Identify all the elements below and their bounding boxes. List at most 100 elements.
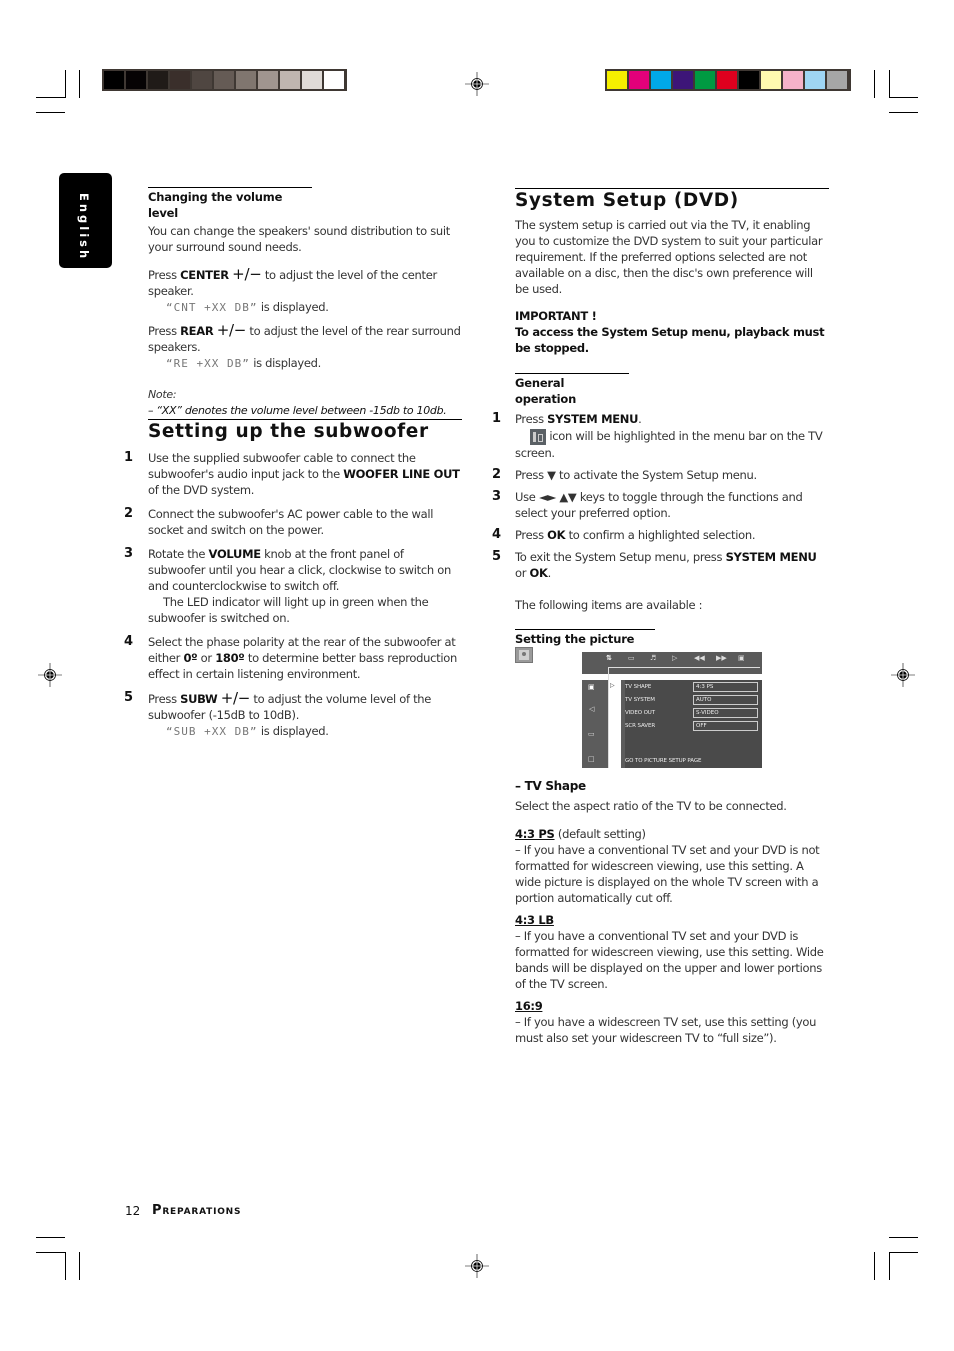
tv-menu-row-label: TV SHAPE [625, 684, 652, 690]
zoom-tab-icon: ▣ [738, 654, 745, 662]
tv-menu-bar: ⇅ ▭ ♬ ▷ ◀◀ ▶▶ ▣ [582, 652, 762, 680]
registration-mark-icon [38, 663, 62, 687]
language-label: English [77, 193, 91, 262]
step-5: 5 Press SUBW +/− to adjust the volume le… [124, 689, 432, 738]
crop-mark [36, 1252, 66, 1253]
language-tab: English [59, 173, 112, 268]
step-4: 4 Select the phase polarity at the rear … [124, 634, 457, 681]
center-display: “CNT +XX DB” is displayed. [166, 300, 329, 314]
display-tab-icon: ▭ [628, 654, 635, 662]
color-swatch [673, 71, 693, 89]
lcd-readout: “CNT +XX DB” [166, 301, 258, 314]
color-swatch [761, 71, 781, 89]
system-setup-section: System Setup (DVD) [515, 188, 829, 211]
note-text: – “XX” denotes the volume level between … [148, 404, 447, 417]
gray-swatch [302, 71, 322, 89]
tv-menu-row-value: 4:3 PS [693, 682, 758, 692]
general-step-4: 4 Press OK to confirm a highlighted sele… [492, 526, 756, 542]
rear-key: REAR [180, 324, 214, 338]
volume-intro: You can change the speakers' sound distr… [148, 224, 451, 254]
system-setup-body: The system setup is carried out via the … [492, 217, 829, 663]
crop-mark [36, 112, 65, 113]
tv-menu-row-value: AUTO [693, 695, 758, 705]
gray-swatch [324, 71, 344, 89]
tv-side-menu: ▣ ◁ ▭ □ [582, 680, 604, 768]
language-tab-icon: ▭ [588, 730, 595, 738]
tv-menu-row-value: OFF [693, 721, 758, 731]
rear-display: “RE +XX DB” is displayed. [166, 356, 322, 370]
note-label: Note: [148, 388, 177, 401]
general-step-5: 5 To exit the System Setup menu, press S… [492, 548, 817, 580]
gray-swatch [104, 71, 124, 89]
picture-icon [515, 647, 533, 663]
crop-mark [889, 97, 918, 98]
general-step-3: 3 Use ◄► ▲▼ keys to toggle through the f… [492, 488, 803, 520]
color-swatch [607, 71, 627, 89]
gray-swatch [170, 71, 190, 89]
play-pointer-icon: ▷ [610, 682, 615, 689]
general-step-1: 1 Press SYSTEM MENU. icon will be highli… [492, 411, 823, 460]
crop-mark [874, 70, 875, 98]
step-2: 2 Connect the subwoofer's AC power cable… [124, 506, 434, 537]
system-setup-heading: System Setup (DVD) [515, 188, 829, 211]
general-step-2: 2 Press ▼ to activate the System Setup m… [492, 466, 757, 482]
tv-shape-heading: – TV Shape [515, 779, 586, 793]
volume-section: Changing the volume level You can change… [148, 187, 463, 419]
page-number: 12 [125, 1204, 141, 1218]
center-key: CENTER [180, 268, 229, 282]
crop-mark [65, 70, 66, 98]
volume-heading: Changing the volume level [148, 187, 312, 221]
tv-shape-intro: Select the aspect ratio of the TV to be … [515, 799, 787, 813]
rear-instruction: Press REAR +/− to adjust the level of th… [148, 321, 461, 354]
tv-menu-row-label: SCR SAVER [625, 723, 656, 729]
subwoofer-heading: Setting up the subwoofer [148, 419, 462, 442]
color-swatch [717, 71, 737, 89]
subwoofer-section: Setting up the subwoofer [148, 419, 462, 442]
plus-minus-icon: +/− [220, 689, 251, 707]
subwoofer-steps: 1 Use the supplied subwoofer cable to co… [124, 450, 464, 740]
picture-tab-icon: ▣ [588, 683, 595, 691]
color-swatch [783, 71, 803, 89]
step-3: 3 Rotate the VOLUME knob at the front pa… [124, 546, 451, 625]
crop-mark [65, 1252, 66, 1280]
registration-mark-icon [465, 72, 489, 96]
color-calibration-bar [605, 69, 851, 91]
gray-swatch [148, 71, 168, 89]
option-4-3-lb: 4:3 LB – If you have a conventional TV s… [515, 913, 824, 991]
crop-mark [874, 1252, 875, 1280]
gray-swatch [192, 71, 212, 89]
tv-setup-menu-screenshot: ⇅ ▭ ♬ ▷ ◀◀ ▶▶ ▣ ▣ ◁ ▭ □ ▷ TV SHAPE 4:3 PS… [582, 652, 762, 768]
option-16-9: 16:9 – If you have a widescreen TV set, … [515, 999, 817, 1045]
color-swatch [695, 71, 715, 89]
important-text: To access the System Setup menu, playbac… [515, 325, 825, 355]
crop-mark [889, 1237, 918, 1238]
crop-mark [889, 1252, 918, 1253]
gray-swatch [214, 71, 234, 89]
gray-swatch [126, 71, 146, 89]
grayscale-calibration-bar [102, 69, 347, 91]
gray-swatch [280, 71, 300, 89]
crop-mark [889, 70, 890, 98]
section-title: Preparations [152, 1203, 242, 1218]
system-menu-icon [530, 428, 546, 445]
option-4-3-ps: 4:3 PS (default setting) – If you have a… [515, 827, 820, 905]
play-tab-icon: ▷ [672, 654, 678, 662]
plus-minus-icon: +/− [232, 265, 262, 283]
step-1: 1 Use the supplied subwoofer cable to co… [124, 450, 460, 497]
tv-shape-section: – TV Shape Select the aspect ratio of th… [515, 778, 831, 1046]
crop-mark [889, 1252, 890, 1280]
tv-menu-footer: GO TO PICTURE SETUP PAGE [625, 758, 702, 764]
center-instruction: Press CENTER +/− to adjust the level of … [148, 265, 437, 298]
color-swatch [805, 71, 825, 89]
tv-menu-row-label: TV SYSTEM [625, 697, 655, 703]
rewind-tab-icon: ◀◀ [694, 654, 705, 662]
system-setup-intro: The system setup is carried out via the … [515, 218, 823, 296]
forward-tab-icon: ▶▶ [716, 654, 727, 662]
color-swatch [827, 71, 847, 89]
crop-mark [36, 97, 66, 98]
preference-tab-icon: □ [588, 755, 595, 763]
registration-mark-icon [891, 663, 915, 687]
plus-minus-icon: +/− [216, 321, 247, 339]
available-items-text: The following items are available : [515, 597, 703, 612]
gray-swatch [236, 71, 256, 89]
